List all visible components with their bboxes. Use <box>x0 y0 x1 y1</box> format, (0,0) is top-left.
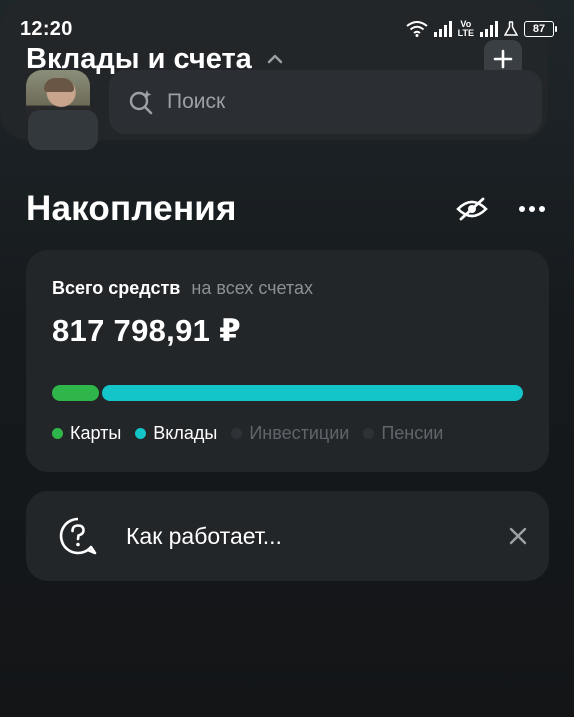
legend-item: Инвестиции <box>231 423 349 444</box>
status-icons: Vo LTE 87 <box>406 20 557 38</box>
legend-label: Пенсии <box>381 423 444 443</box>
total-label: Всего средств на всех счетах <box>52 278 523 299</box>
total-amount: 817 798,91 ₽ <box>52 313 241 348</box>
status-time: 12:20 <box>20 17 73 40</box>
more-dots-icon[interactable] <box>518 205 546 213</box>
status-bar: 12:20 Vo LTE 87 <box>0 0 574 58</box>
legend-label: Карты <box>70 423 122 443</box>
progress-segment-1 <box>52 385 99 401</box>
search-placeholder: Поиск <box>167 90 226 113</box>
legend-label: Вклады <box>153 423 218 443</box>
page-header: Накопления <box>26 186 546 232</box>
legend-label: Инвестиции <box>249 423 350 443</box>
legend-dot <box>363 428 375 439</box>
avatar-hair <box>44 78 74 92</box>
legend-dot <box>135 428 147 439</box>
search-input[interactable]: Поиск <box>109 70 542 134</box>
total-label-strong: Всего средств <box>52 278 181 298</box>
question-bubble-icon <box>59 517 97 555</box>
wifi-icon <box>406 21 428 37</box>
search-sparkle-icon <box>129 90 153 115</box>
flask-icon <box>504 21 518 36</box>
volte-indicator: Vo LTE <box>458 20 474 38</box>
legend-item: Пенсии <box>363 423 443 444</box>
legend-dot <box>52 428 63 439</box>
funds-legend: Карты Вклады Инвестиции Пенсии <box>52 423 523 444</box>
progress-segment-2 <box>102 385 523 401</box>
legend-item: Карты <box>52 423 121 444</box>
signal-icon-2 <box>480 21 498 37</box>
volte-bottom: LTE <box>457 28 474 38</box>
total-label-muted: на всех счетах <box>191 278 313 298</box>
battery-indicator: 87 <box>524 21 557 37</box>
page-title: Накопления <box>26 189 237 228</box>
top-row: Поиск <box>26 70 542 134</box>
signal-icon <box>433 21 452 37</box>
close-icon[interactable] <box>509 527 527 545</box>
legend-dot <box>231 428 243 439</box>
total-funds-card[interactable]: Всего средств на всех счетах 817 798,91 … <box>26 250 549 472</box>
how-it-works-card[interactable]: Как работает... <box>26 491 549 581</box>
funds-progress-bar <box>52 385 523 401</box>
account-item-preview[interactable] <box>28 110 98 150</box>
eye-off-icon[interactable] <box>456 197 488 221</box>
how-it-works-text: Как работает... <box>126 522 282 549</box>
legend-item: Вклады <box>135 423 217 444</box>
header-actions <box>456 197 546 221</box>
